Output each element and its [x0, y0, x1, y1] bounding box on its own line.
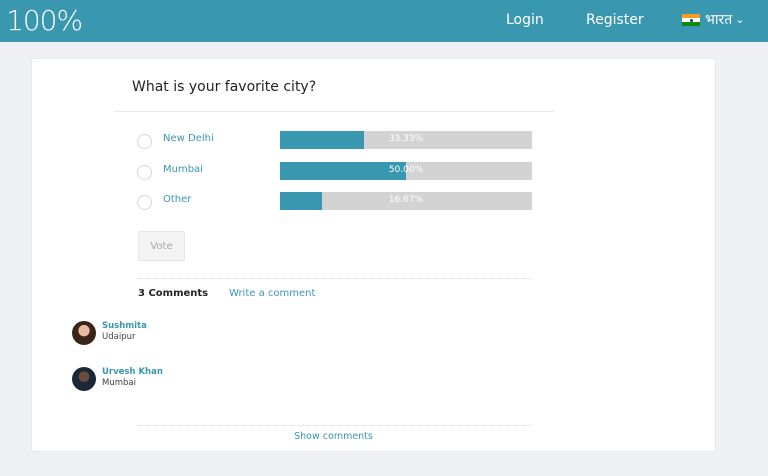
option-label: Mumbai — [163, 164, 203, 175]
vote-button[interactable]: Vote — [138, 231, 185, 261]
comment-author[interactable]: Sushmita — [102, 321, 147, 331]
result-percent: 16.67% — [388, 195, 424, 205]
result-percent: 50.00% — [388, 165, 424, 175]
login-link[interactable]: Login — [506, 11, 544, 29]
option-label: New Delhi — [163, 133, 214, 144]
chevron-down-icon: ⌄ — [735, 13, 745, 26]
poll-option-mumbai[interactable]: Mumbai 50.00% — [137, 162, 532, 182]
radio-button[interactable] — [137, 134, 152, 149]
comments-count: 3 Comments — [138, 288, 209, 299]
poll-option-new-delhi[interactable]: New Delhi 33.33% — [137, 131, 532, 151]
avatar[interactable] — [72, 321, 96, 345]
write-comment-link[interactable]: Write a comment — [229, 288, 315, 299]
result-bar: 50.00% — [280, 162, 532, 180]
comment-item: Sushmita Udaipur — [72, 321, 372, 349]
register-link[interactable]: Register — [586, 11, 644, 29]
comment-author[interactable]: Urvesh Khan — [102, 367, 163, 377]
poll-option-other[interactable]: Other 16.67% — [137, 192, 532, 212]
comment-item: Urvesh Khan Mumbai — [72, 367, 372, 395]
show-comments-link[interactable]: Show comments — [32, 431, 635, 442]
india-flag-icon — [682, 14, 700, 26]
language-label: भारत — [705, 12, 733, 28]
result-bar: 16.67% — [280, 192, 532, 210]
poll-card: What is your favorite city? New Delhi 33… — [31, 58, 716, 452]
poll-question: What is your favorite city? — [132, 79, 317, 95]
radio-button[interactable] — [137, 165, 152, 180]
language-selector[interactable]: भारत ⌄ — [682, 11, 744, 29]
question-divider — [114, 111, 554, 112]
result-bar: 33.33% — [280, 131, 532, 149]
comment-text: Mumbai — [102, 378, 136, 388]
option-label: Other — [163, 194, 192, 205]
brand-logo[interactable]: 100% — [6, 4, 83, 38]
comment-text: Udaipur — [102, 332, 136, 342]
radio-button[interactable] — [137, 195, 152, 210]
comments-divider — [137, 278, 532, 279]
footer-divider — [137, 425, 532, 426]
avatar[interactable] — [72, 367, 96, 391]
result-percent: 33.33% — [388, 134, 424, 144]
top-navbar: 100% Login Register भारत ⌄ — [0, 0, 768, 42]
